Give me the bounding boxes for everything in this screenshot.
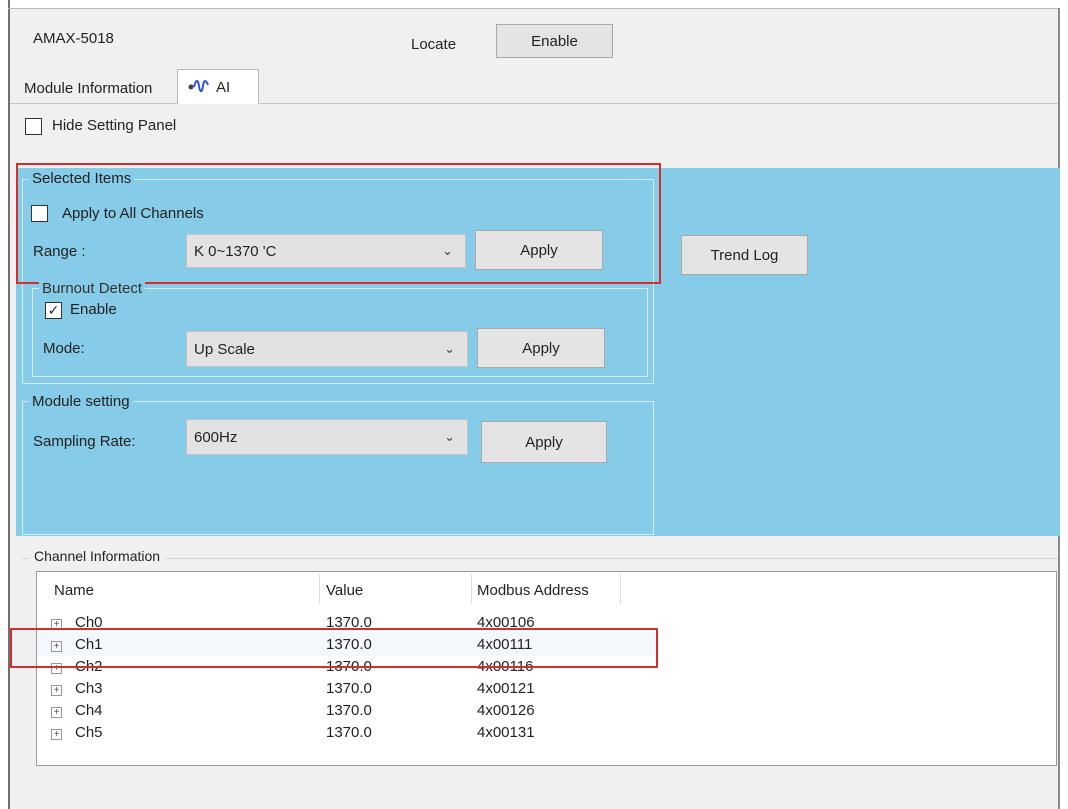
expand-icon[interactable]: + [51, 684, 62, 696]
tab-strip [10, 71, 1058, 104]
row-name: Ch3 [75, 679, 103, 697]
row-value: 1370.0 [326, 679, 372, 697]
sampling-rate-value: 600Hz [194, 428, 238, 446]
table-row[interactable]: + Ch3 1370.0 4x00121 [37, 677, 655, 699]
channel-info-title: Channel Information [30, 548, 165, 564]
mode-value: Up Scale [194, 340, 255, 358]
sampling-rate-label: Sampling Rate: [33, 433, 136, 450]
table-row[interactable]: + Ch5 1370.0 4x00131 [37, 721, 655, 743]
column-header-modbus-address[interactable]: Modbus Address [477, 582, 589, 599]
table-row[interactable]: + Ch4 1370.0 4x00126 [37, 699, 655, 721]
highlight-box-ch1 [10, 628, 658, 668]
row-value: 1370.0 [326, 701, 372, 719]
column-separator [620, 574, 621, 604]
enable-button[interactable]: Enable [496, 24, 613, 58]
burnout-detect-title: Burnout Detect [39, 280, 146, 297]
row-address: 4x00131 [477, 723, 535, 741]
channel-info-divider [22, 558, 1058, 559]
row-value: 1370.0 [326, 723, 372, 741]
row-address: 4x00121 [477, 679, 535, 697]
expand-icon[interactable]: + [51, 706, 62, 718]
row-name: Ch4 [75, 701, 103, 719]
tab-ai-label: AI [216, 79, 231, 96]
hide-setting-panel-label: Hide Setting Panel [52, 117, 177, 134]
highlight-box-range [16, 163, 661, 284]
module-name: AMAX-5018 [33, 30, 114, 47]
column-separator [319, 574, 320, 604]
expand-icon[interactable]: + [51, 728, 62, 740]
sampling-rate-apply-button[interactable]: Apply [481, 421, 607, 463]
row-address: 4x00126 [477, 701, 535, 719]
wave-icon [188, 77, 210, 99]
module-setting-title: Module setting [29, 393, 133, 410]
mode-label: Mode: [43, 340, 85, 357]
trend-log-button[interactable]: Trend Log [681, 235, 808, 275]
check-icon: ✓ [47, 302, 60, 318]
sampling-rate-select[interactable]: 600Hz ⌄ [186, 419, 468, 455]
locate-label: Locate [411, 36, 457, 53]
tab-ai[interactable]: AI [177, 69, 259, 105]
burnout-enable-label: Enable [70, 301, 117, 318]
row-name: Ch5 [75, 723, 103, 741]
column-header-value[interactable]: Value [326, 582, 363, 599]
mode-apply-button[interactable]: Apply [477, 328, 605, 368]
hide-setting-panel-checkbox[interactable] [25, 118, 42, 135]
chevron-down-icon: ⌄ [444, 429, 455, 444]
burnout-enable-checkbox[interactable]: ✓ [45, 302, 62, 319]
column-header-name[interactable]: Name [54, 582, 94, 599]
tab-module-information[interactable]: Module Information [24, 80, 152, 97]
column-separator [471, 574, 472, 604]
mode-select[interactable]: Up Scale ⌄ [186, 331, 468, 367]
channel-table: Name Value Modbus Address + Ch0 1370.0 4… [36, 571, 1057, 766]
chevron-down-icon: ⌄ [444, 341, 455, 356]
